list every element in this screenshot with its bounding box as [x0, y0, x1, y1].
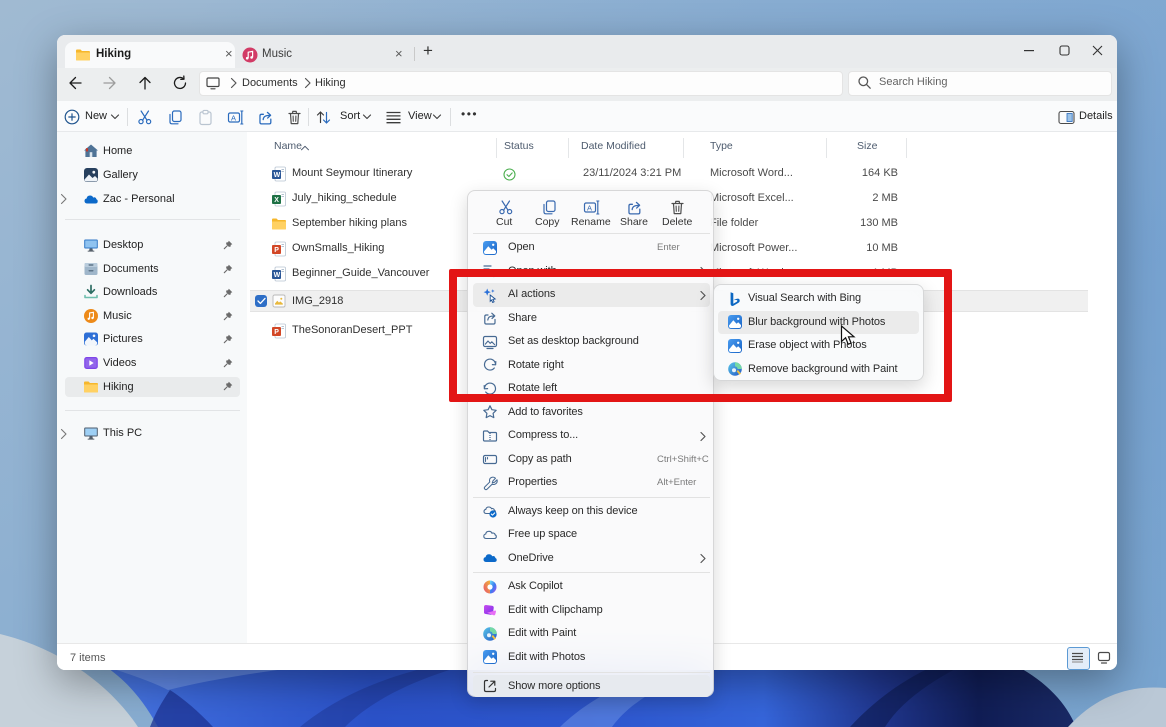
- svg-text:W: W: [274, 272, 281, 279]
- svg-text:X: X: [274, 197, 279, 204]
- svg-text:A: A: [231, 113, 236, 122]
- svg-text:W: W: [274, 172, 281, 179]
- svg-text:A: A: [587, 203, 592, 212]
- svg-text:P: P: [274, 247, 279, 254]
- svg-text:P: P: [274, 329, 279, 336]
